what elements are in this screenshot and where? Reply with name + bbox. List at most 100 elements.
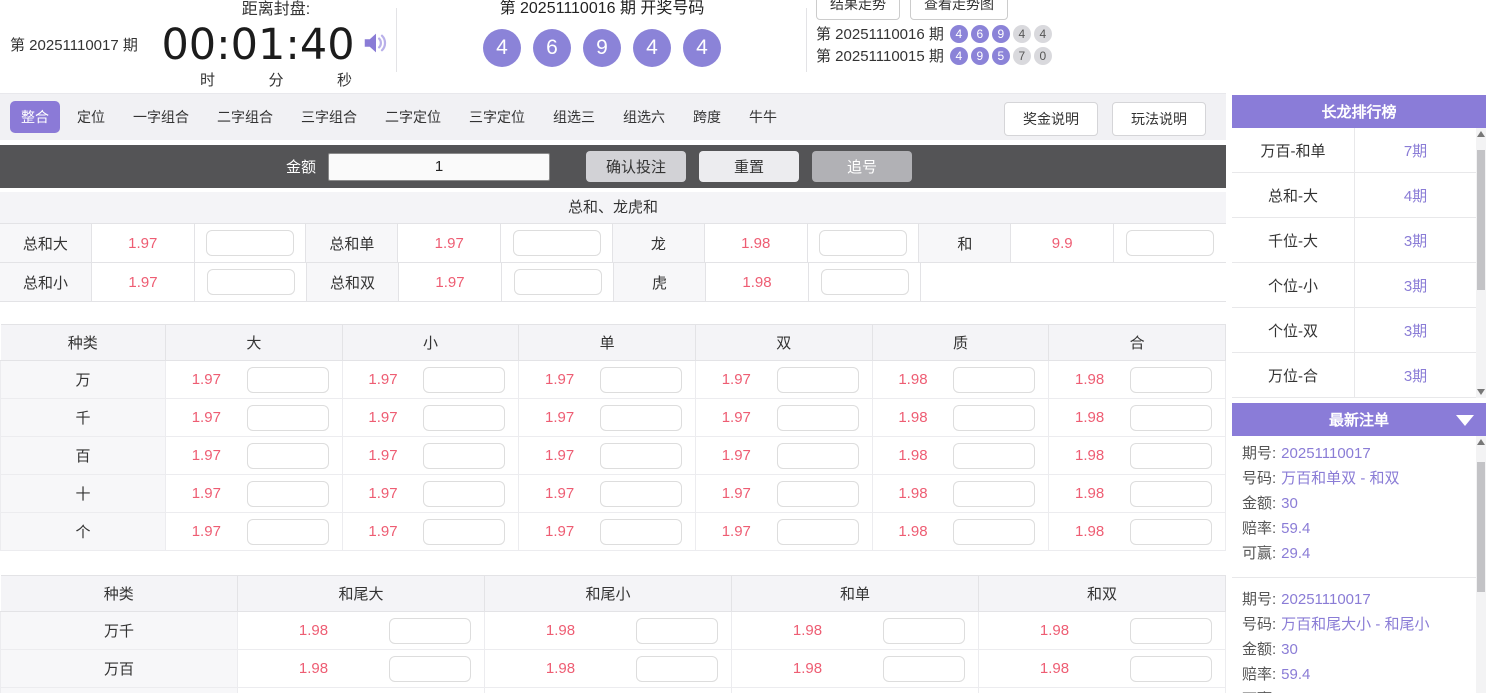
bet-type-label: 龙 [612, 224, 705, 262]
scrollbar[interactable] [1476, 436, 1486, 693]
bet-amount-input[interactable] [1130, 366, 1212, 393]
bonus-info-button[interactable]: 奖金说明 [1004, 102, 1098, 136]
bet-amount-input[interactable] [636, 655, 718, 682]
bet-amount-input[interactable] [423, 518, 506, 545]
bet-amount-input[interactable] [206, 269, 295, 295]
bet-amount-input[interactable] [636, 617, 718, 644]
bet-amount-input[interactable] [819, 230, 908, 256]
bet-type-label: 总和单 [306, 224, 399, 262]
tab-item[interactable]: 二字组合 [206, 101, 284, 133]
bet-amount-input[interactable] [1130, 617, 1212, 644]
tab-item[interactable]: 二字定位 [374, 101, 452, 133]
table-row: 万百 1.98 1.98 1.98 1.98 [0, 649, 1226, 688]
draw-ball: 4 [683, 29, 721, 67]
column-header: 双 [695, 324, 873, 361]
bet-type-label: 总和小 [0, 263, 92, 301]
bet-amount-input[interactable] [389, 617, 471, 644]
bet-type-label: 和 [919, 224, 1012, 262]
odds-value: 1.97 [398, 224, 502, 262]
bet-amount-input[interactable] [512, 230, 601, 256]
bet-amount-input[interactable] [883, 617, 965, 644]
bet-amount-input[interactable] [1130, 442, 1212, 469]
scroll-up-icon[interactable] [1477, 439, 1485, 445]
odds-value: 1.98 [1039, 660, 1070, 677]
bet-amount-input[interactable] [246, 442, 329, 469]
bet-amount-input[interactable] [599, 366, 682, 393]
tab-item[interactable]: 定位 [66, 101, 116, 133]
bet-amount-input[interactable] [389, 655, 471, 682]
bet-amount-input[interactable] [423, 404, 506, 431]
order-win-label: 可赢: [1242, 545, 1277, 562]
bet-amount-input[interactable] [1130, 518, 1212, 545]
bet-amount-input[interactable] [883, 655, 965, 682]
table-row: 千 1.97 1.97 1.97 1.97 1.98 1.98 [0, 398, 1226, 437]
bet-amount-input[interactable] [246, 366, 329, 393]
odds-value: 1.97 [92, 263, 195, 301]
chase-number-button[interactable]: 追号 [812, 151, 913, 182]
bet-amount-input[interactable] [1130, 404, 1212, 431]
ranking-name: 总和-大 [1232, 173, 1355, 217]
collapse-icon[interactable] [1456, 415, 1474, 426]
confirm-bet-button[interactable]: 确认投注 [586, 151, 687, 182]
bet-amount-input[interactable] [423, 442, 506, 469]
scrollbar-thumb[interactable] [1477, 462, 1485, 592]
tab-item[interactable]: 一字组合 [122, 101, 200, 133]
bet-amount-input[interactable] [423, 366, 506, 393]
bet-amount-input[interactable] [953, 442, 1036, 469]
tab-item[interactable]: 三字组合 [290, 101, 368, 133]
scroll-down-icon[interactable] [1477, 389, 1485, 395]
draw-ball: 6 [533, 29, 571, 67]
bet-amount-input[interactable] [953, 480, 1036, 507]
bet-amount-input[interactable] [1126, 230, 1215, 256]
amount-input[interactable] [328, 152, 551, 181]
bet-amount-input[interactable] [776, 366, 859, 393]
tab-item[interactable]: 牛牛 [738, 101, 788, 133]
bet-amount-input[interactable] [206, 230, 295, 256]
bet-amount-input[interactable] [1130, 480, 1212, 507]
table-header-row: 种类 和尾大 和尾小 和单 和双 [0, 575, 1226, 612]
speaker-icon[interactable] [361, 28, 391, 63]
bet-amount-input[interactable] [246, 404, 329, 431]
result-trend-button[interactable]: 结果走势 [816, 0, 900, 20]
reset-button[interactable]: 重置 [699, 151, 800, 182]
scrollbar-thumb[interactable] [1477, 150, 1485, 290]
odds-value: 1.98 [898, 485, 928, 502]
bet-amount-input[interactable] [953, 518, 1036, 545]
bet-amount-input[interactable] [953, 404, 1036, 431]
draw-ball: 9 [583, 29, 621, 67]
order-entry: 期号: 20251110017 号码: 万百和单双 - 和双 金额: 30 赔率: 59… [1232, 436, 1476, 572]
tab-item[interactable]: 跨度 [682, 101, 732, 133]
tab-item[interactable]: 组选三 [542, 101, 606, 133]
odds-value: 1.97 [92, 224, 195, 262]
main-content: 整合 定位 一字组合 二字组合 三字组合 二字定位 三字定位 组选三 组选六 跨… [0, 93, 1226, 693]
tab-item[interactable]: 组选六 [612, 101, 676, 133]
bet-amount-input[interactable] [599, 404, 682, 431]
scroll-up-icon[interactable] [1477, 131, 1485, 137]
bet-amount-input[interactable] [776, 480, 859, 507]
bet-amount-input[interactable] [776, 442, 859, 469]
rules-info-button[interactable]: 玩法说明 [1112, 102, 1206, 136]
bet-amount-input[interactable] [246, 480, 329, 507]
tab-item[interactable]: 整合 [10, 101, 60, 133]
bet-amount-input[interactable] [599, 442, 682, 469]
bet-amount-input[interactable] [246, 518, 329, 545]
view-trend-chart-button[interactable]: 查看走势图 [910, 0, 1008, 20]
streak-ranking-section: 长龙排行榜 万百-和单 7期 总和-大 4期 千位-大 3期 个位-小 3期 个… [1232, 95, 1486, 398]
bet-amount-input[interactable] [953, 366, 1036, 393]
bet-amount-input[interactable] [599, 480, 682, 507]
bet-amount-input[interactable] [599, 518, 682, 545]
bet-amount-input[interactable] [1130, 655, 1212, 682]
bet-type-label: 总和双 [307, 263, 399, 301]
tab-item[interactable]: 三字定位 [458, 101, 536, 133]
order-amount-label: 金额: [1242, 495, 1277, 512]
bet-amount-input[interactable] [776, 518, 859, 545]
bet-amount-input[interactable] [820, 269, 909, 295]
bet-amount-input[interactable] [776, 404, 859, 431]
order-period-label: 期号: [1242, 445, 1277, 462]
table-row: 总和大 1.97 总和单 1.97 龙 1.98 和 9.9 [0, 224, 1226, 263]
odds-value: 1.98 [298, 660, 329, 677]
bet-amount-input[interactable] [513, 269, 602, 295]
scrollbar[interactable] [1476, 128, 1486, 398]
bet-amount-input[interactable] [423, 480, 506, 507]
odds-value: 1.97 [721, 409, 751, 426]
